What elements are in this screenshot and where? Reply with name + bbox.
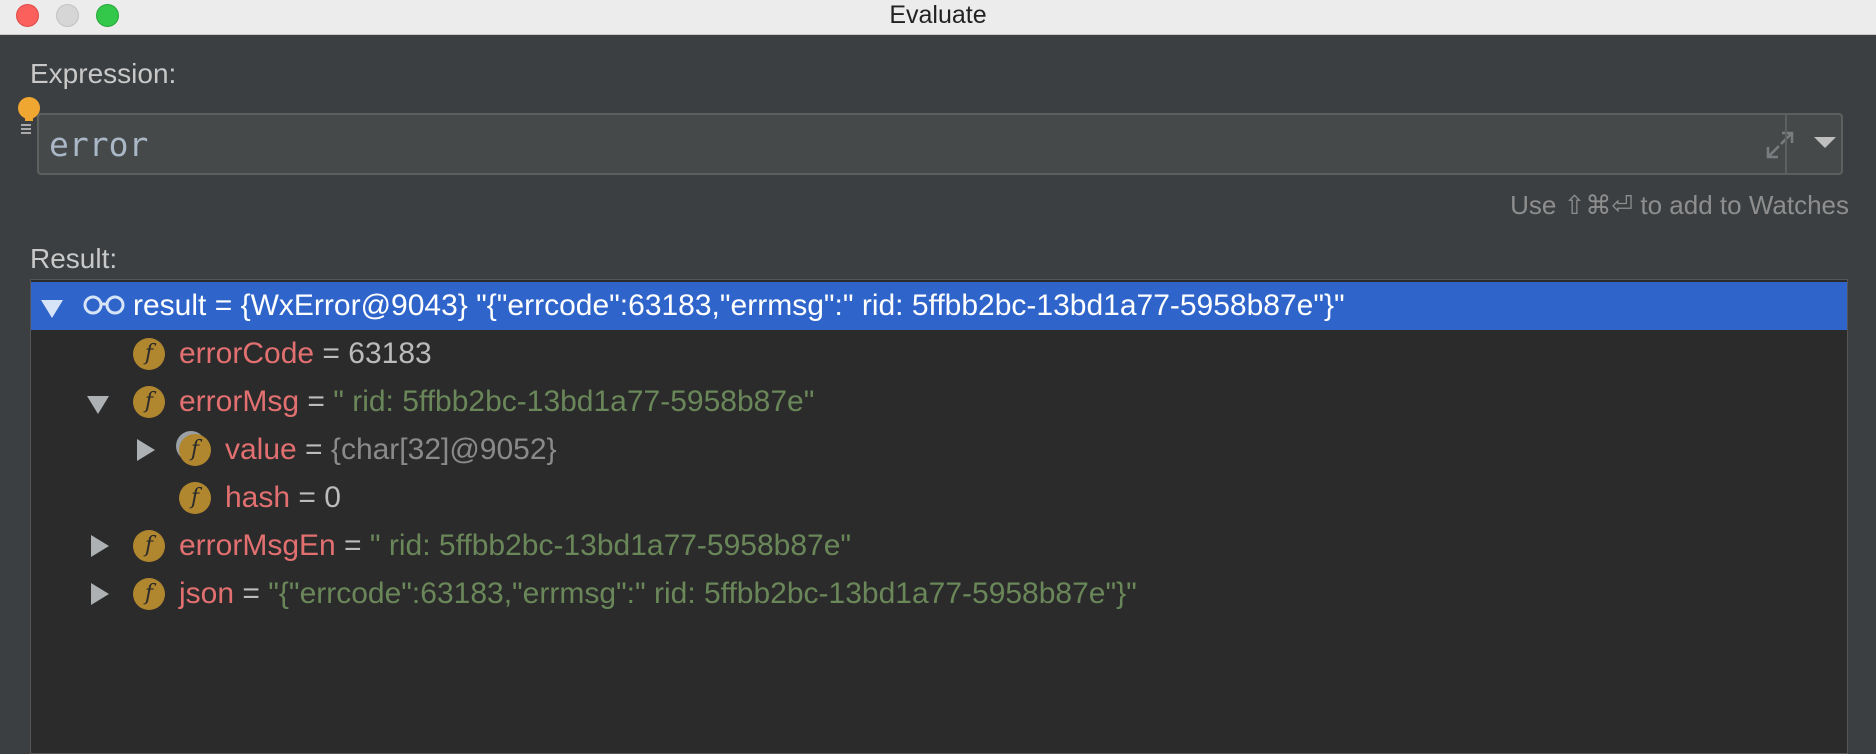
expression-label: Expression: bbox=[30, 58, 177, 89]
watch-glasses-icon bbox=[83, 295, 125, 315]
result-tree[interactable]: result = {WxError@9043} "{"errcode":6318… bbox=[30, 279, 1848, 754]
var-value: 63183 bbox=[348, 337, 432, 370]
var-name: errorCode bbox=[179, 337, 315, 370]
var-value: "{"errcode":63183,"errmsg":" rid: 5ffbb2… bbox=[268, 577, 1137, 610]
var-name: result bbox=[133, 289, 207, 322]
equals: = bbox=[296, 433, 331, 466]
tree-row-text: errorMsgEn = " rid: 5ffbb2bc-13bd1a77-59… bbox=[179, 522, 851, 570]
expand-arrow-icon[interactable] bbox=[137, 439, 155, 461]
var-value: " rid: 5ffbb2bc-13bd1a77-5958b87e" bbox=[369, 529, 852, 562]
var-name: hash bbox=[225, 481, 291, 514]
equals: = bbox=[299, 385, 334, 418]
var-name: json bbox=[179, 577, 235, 610]
tree-row-text: errorCode = 63183 bbox=[179, 330, 432, 378]
var-value: 0 bbox=[324, 481, 341, 514]
var-name: errorMsgEn bbox=[179, 529, 336, 562]
var-value: {char[32]@9052} bbox=[330, 433, 557, 466]
equals: = bbox=[206, 289, 241, 322]
var-value: {WxError@9043} "{"errcode":63183,"errmsg… bbox=[240, 289, 1345, 322]
result-label: Result: bbox=[30, 243, 118, 274]
expand-arrow-icon[interactable] bbox=[91, 583, 109, 605]
tree-row-text: json = "{"errcode":63183,"errmsg":" rid:… bbox=[179, 570, 1137, 618]
collapse-arrow-icon[interactable] bbox=[41, 300, 63, 318]
field-icon: f bbox=[133, 578, 165, 610]
history-dropdown-icon[interactable] bbox=[1814, 137, 1836, 148]
tree-row-errorcode[interactable]: f errorCode = 63183 bbox=[31, 330, 1847, 378]
var-name: value bbox=[225, 433, 297, 466]
equals: = bbox=[314, 337, 349, 370]
tree-row-json[interactable]: f json = "{"errcode":63183,"errmsg":" ri… bbox=[31, 570, 1847, 618]
expand-icon[interactable] bbox=[1764, 129, 1796, 161]
tree-row-text: hash = 0 bbox=[225, 474, 341, 522]
tree-row-result[interactable]: result = {WxError@9043} "{"errcode":6318… bbox=[31, 282, 1847, 330]
tree-row-errormsgen[interactable]: f errorMsgEn = " rid: 5ffbb2bc-13bd1a77-… bbox=[31, 522, 1847, 570]
field-icon: f bbox=[133, 530, 165, 562]
collapse-arrow-icon[interactable] bbox=[87, 396, 109, 414]
field-icon: f bbox=[179, 434, 211, 466]
field-icon: f bbox=[133, 386, 165, 418]
tree-row-text: result = {WxError@9043} "{"errcode":6318… bbox=[133, 282, 1345, 330]
var-name: errorMsg bbox=[179, 385, 300, 418]
var-value: " rid: 5ffbb2bc-13bd1a77-5958b87e" bbox=[333, 385, 815, 418]
tree-row-text: value = {char[32]@9052} bbox=[225, 426, 557, 474]
equals: = bbox=[290, 481, 325, 514]
expand-arrow-icon[interactable] bbox=[91, 535, 109, 557]
expression-input[interactable]: error bbox=[49, 125, 148, 164]
equals: = bbox=[335, 529, 370, 562]
tree-row-value[interactable]: f value = {char[32]@9052} bbox=[31, 426, 1847, 474]
title-bar: Evaluate bbox=[0, 0, 1876, 35]
expression-field[interactable]: error bbox=[37, 113, 1843, 175]
tree-row-hash[interactable]: f hash = 0 bbox=[31, 474, 1847, 522]
window-title: Evaluate bbox=[889, 1, 987, 29]
equals: = bbox=[234, 577, 269, 610]
field-icon: f bbox=[179, 482, 211, 514]
tree-row-text: errorMsg = " rid: 5ffbb2bc-13bd1a77-5958… bbox=[179, 378, 814, 426]
tree-row-errormsg[interactable]: f errorMsg = " rid: 5ffbb2bc-13bd1a77-59… bbox=[31, 378, 1847, 426]
field-icon: f bbox=[133, 338, 165, 370]
watches-hint: Use ⇧⌘⏎ to add to Watches bbox=[1510, 190, 1849, 220]
divider bbox=[1785, 115, 1787, 173]
